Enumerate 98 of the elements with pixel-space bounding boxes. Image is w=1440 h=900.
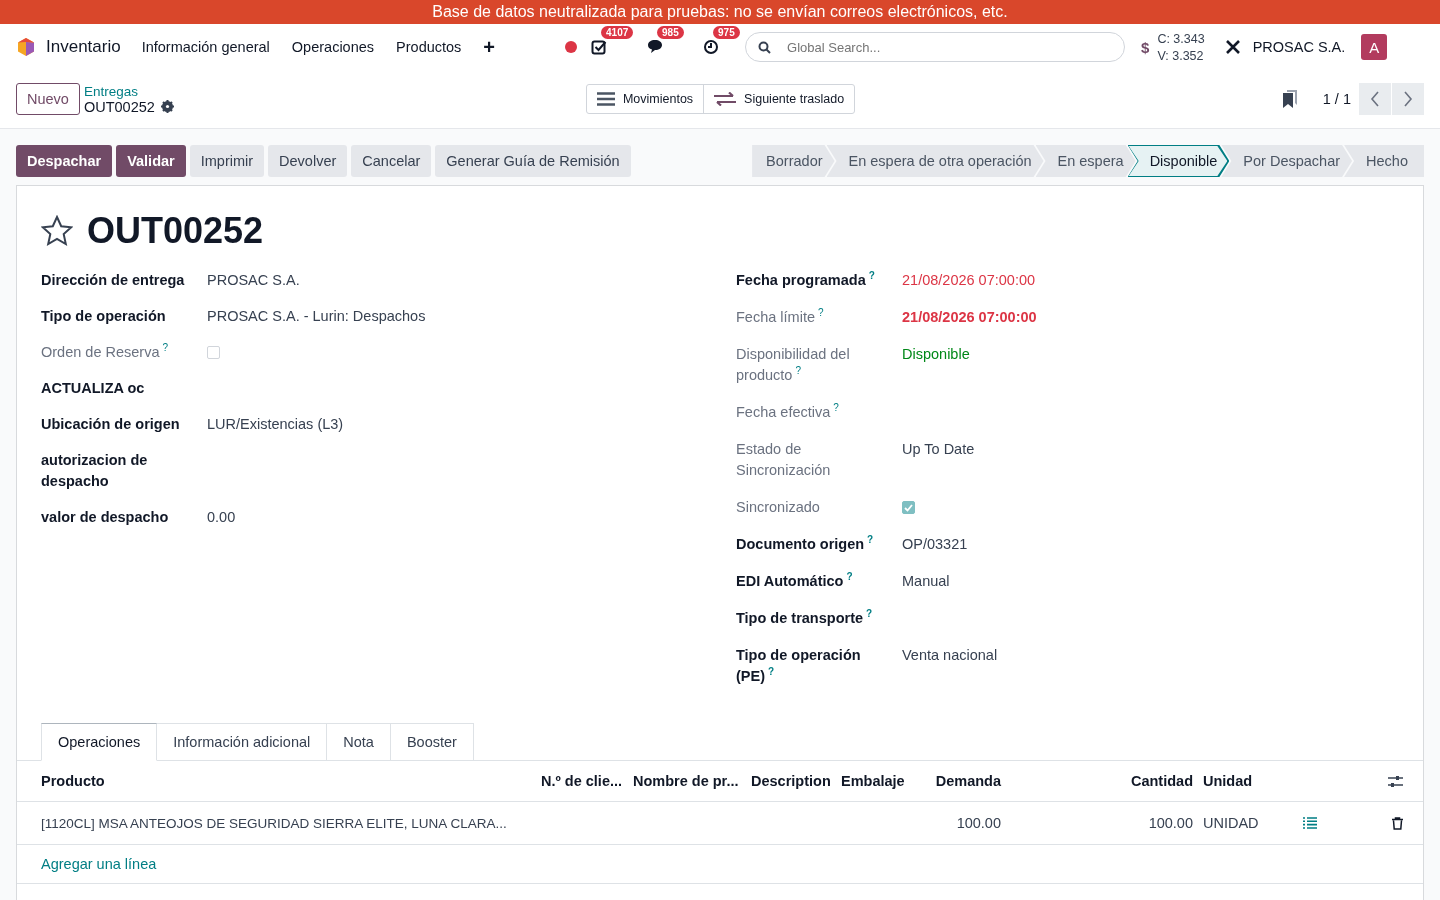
column-header[interactable]: Cantidad [1011,773,1203,789]
count-badge: 975 [713,26,740,39]
tab[interactable]: Operaciones [41,723,158,761]
field-label: EDI Automático $^{?}$ [736,571,854,591]
field-value: OP/03321 [902,536,968,552]
action-button[interactable]: Movimientos [586,85,704,113]
field-label: Orden de Reserva $^{?}$ [41,342,170,362]
field-value: Disponible [902,346,970,362]
notice-banner: Base de datos neutralizada para pruebas: no se envían correos electrónicos, etc. [0,0,1440,24]
table-cell-text: [1120CL] MSA ANTEOJOS DE SEGURIDAD SIERRA ELITE, LUNA CLARA... [41,815,508,831]
column-header[interactable]: Producto [41,773,541,789]
status-stage[interactable]: Hecho [1344,145,1424,177]
field-value: Up To Date [902,441,975,457]
field-label: valor de despacho [41,508,170,527]
trash-icon[interactable] [1392,816,1403,830]
search-input[interactable]: Global Search... [785,38,1113,56]
field-label: Fecha programada $^{?}$ [736,270,876,290]
action-button[interactable]: Validar [116,145,186,177]
field-label: autorizacion de despacho [41,451,149,491]
bookmark-icon[interactable] [1282,90,1297,108]
status-stage[interactable]: Disponible [1127,145,1230,177]
field-value: 21/08/2026 07:00:00 [902,272,1036,288]
menu-item[interactable]: Operaciones [291,39,375,55]
menu-item[interactable]: Información general [141,39,270,55]
action-button[interactable]: Generar Guía de Remisión [435,145,631,177]
action-button[interactable]: Despachar [16,145,113,177]
checkbox[interactable] [207,346,220,359]
checkbox[interactable] [902,501,915,514]
menu-item[interactable]: Productos [396,39,462,55]
star-icon[interactable] [41,215,73,247]
hexagon-logo-icon[interactable] [16,37,36,57]
list-icon[interactable] [1303,816,1317,829]
status-dot[interactable] [565,41,578,53]
menu-icon [596,92,615,106]
user-avatar[interactable]: A [1361,34,1388,60]
app-name[interactable]: Inventario [46,37,121,57]
chevron-right-icon [1403,91,1413,107]
add-line-link[interactable]: Agregar una línea [41,856,157,872]
field-value: 21/08/2026 07:00:00 [902,309,1037,325]
field-label: Estado de Sincronización [736,440,832,480]
tab[interactable]: Nota [327,723,391,761]
count-badge: 4107 [601,26,634,39]
field-label: Dirección de entrega [41,271,186,290]
field-label: Tipo de operación [41,307,167,326]
sell-rate: V: 3.352 [1157,48,1205,63]
next-button[interactable] [1392,83,1424,115]
chevron-left-icon [1370,91,1380,107]
new-button[interactable]: Nuevo [16,83,80,115]
action-button[interactable]: Imprimir [189,145,265,177]
company-name[interactable]: PROSAC S.A. [1252,39,1346,55]
clock-icon[interactable] [703,39,720,55]
search-icon [758,40,772,54]
status-stage[interactable]: Por Despachar [1221,145,1353,177]
field-value: PROSAC S.A. [207,272,300,288]
tab[interactable]: Booster [390,723,474,761]
column-header[interactable]: Demanda [931,773,1011,789]
breadcrumb-link[interactable]: Entregas [83,83,586,99]
tab[interactable]: Información adicional [157,723,328,761]
checkbox-icon[interactable] [591,39,608,55]
field-label: Tipo de operación (PE) $^{?}$ [736,646,862,686]
currency-symbol[interactable]: $ [1141,38,1150,56]
table-cell-text: UNIDAD [1203,815,1260,831]
buy-rate: C: 3.343 [1157,31,1205,46]
column-header[interactable]: Unidad [1203,773,1303,789]
field-label: Tipo de transporte $^{?}$ [736,608,874,628]
field-label: Disponibilidad del producto $^{?}$ [736,345,851,385]
field-label: Documento origen $^{?}$ [736,534,875,554]
settings-icon[interactable] [160,100,174,113]
record-title: OUT00252 [87,210,264,252]
field-label: Sincronizado [736,498,821,517]
action-button[interactable]: Cancelar [351,145,432,177]
arrows-icon [714,92,737,106]
column-header[interactable]: Description [751,773,841,789]
field-value: Venta nacional [902,647,998,663]
status-stage[interactable]: En espera de otra operación [826,145,1044,177]
field-label: Ubicación de origen [41,415,181,434]
sliders-icon[interactable] [1388,774,1403,788]
action-button[interactable]: Siguiente traslado [703,85,855,113]
previous-button[interactable] [1359,83,1391,115]
action-button[interactable]: Devolver [268,145,348,177]
status-stage[interactable]: Borrador [752,145,835,177]
status-stage[interactable]: En espera [1035,145,1136,177]
field-value: PROSAC S.A. - Lurin: Despachos [207,308,426,324]
table-cell-text: 100.00 [1147,815,1194,831]
record-name: OUT00252 [83,98,155,115]
field-value: LUR/Existencias (L3) [207,416,344,432]
table-cell-text: 100.00 [955,815,1002,831]
field-label: ACTUALIZA oc [41,379,146,398]
column-header[interactable]: Nombre de pr... [633,773,751,789]
pager-count: 1 / 1 [1322,91,1351,107]
column-header[interactable]: Embalaje [841,773,931,789]
field-value: Manual [902,573,950,589]
field-label: Fecha límite $^{?}$ [736,307,825,327]
column-header[interactable]: N.º de clie... [541,773,633,789]
field-value: 0.00 [207,509,236,525]
add-button[interactable]: + [483,35,496,59]
count-badge: 985 [657,26,684,39]
field-label: Fecha efectiva $^{?}$ [736,402,840,422]
